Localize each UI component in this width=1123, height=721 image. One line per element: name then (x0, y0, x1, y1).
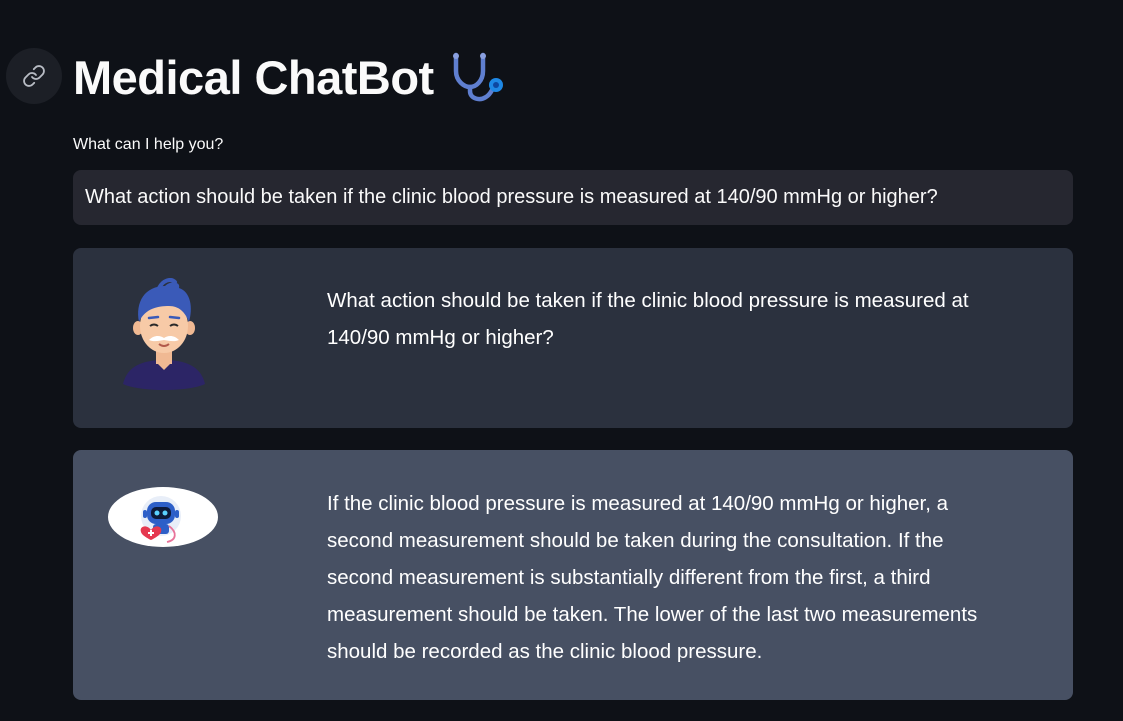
link-icon (23, 65, 45, 87)
query-label: What can I help you? (73, 136, 224, 153)
user-message-text: What action should be taken if the clini… (327, 289, 969, 349)
user-message: What action should be taken if the clini… (73, 248, 1073, 428)
header-anchor-link[interactable] (6, 48, 62, 104)
bot-message-text: If the clinic blood pressure is measured… (327, 492, 978, 663)
page-title: Medical ChatBot (73, 50, 434, 104)
query-input[interactable] (73, 170, 1073, 225)
page-header: Medical ChatBot (73, 44, 506, 110)
stethoscope-icon (450, 51, 506, 103)
bot-avatar (107, 486, 219, 548)
app-page: Medical ChatBot What can I help you? Wha… (0, 0, 1123, 721)
bot-message: If the clinic blood pressure is measured… (73, 450, 1073, 700)
user-avatar (119, 278, 209, 396)
